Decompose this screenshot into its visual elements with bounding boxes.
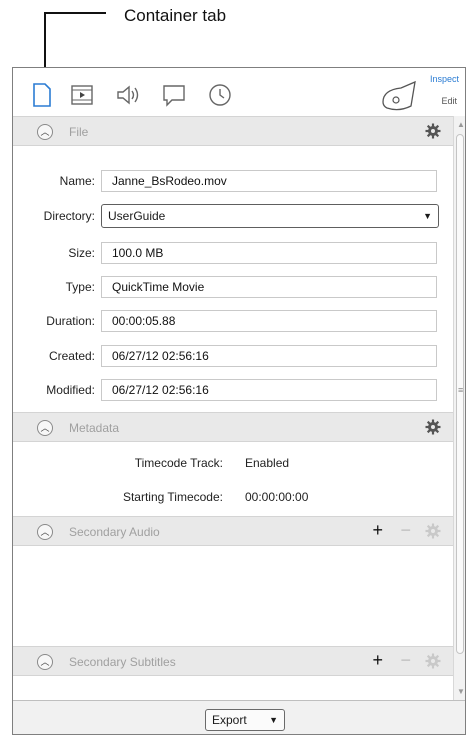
clock-icon[interactable] [207, 82, 233, 108]
edit-label[interactable]: Edit [441, 96, 457, 106]
callout-line-horizontal [44, 12, 106, 14]
grip-icon: ≡ [458, 385, 464, 395]
scroll-down-arrow-icon[interactable]: ▼ [457, 687, 465, 696]
gear-icon[interactable] [425, 523, 441, 539]
remove-audio-button[interactable]: − [400, 520, 411, 541]
collapse-chevron-icon[interactable]: ︿ [37, 654, 53, 670]
metadata-section-title: Metadata [69, 421, 120, 435]
inspect-label[interactable]: Inspect [430, 74, 459, 84]
modified-label: Modified: [46, 383, 95, 397]
starting-timecode-label: Starting Timecode: [122, 490, 223, 504]
film-icon[interactable] [69, 82, 95, 108]
created-field[interactable]: 06/27/12 02:56:16 [101, 345, 437, 367]
gear-icon[interactable] [425, 123, 441, 139]
collapse-chevron-icon[interactable]: ︿ [37, 524, 53, 540]
add-audio-button[interactable]: + [372, 520, 383, 541]
starting-timecode-value: 00:00:00:00 [245, 490, 309, 504]
size-field[interactable]: 100.0 MB [101, 242, 437, 264]
file-section-header[interactable]: ︿ File [13, 116, 453, 146]
export-label: Export [212, 713, 247, 727]
inspector-toolbar: Inspect Edit [13, 68, 465, 116]
scroll-up-arrow-icon[interactable]: ▲ [457, 120, 465, 129]
inspector-content: ︿ File Name: Janne_BsRodeo.mov Directory… [13, 116, 453, 700]
inspector-panel: Inspect Edit ︿ File Name: Janne_BsRodeo.… [12, 67, 466, 735]
audio-icon[interactable] [115, 82, 141, 108]
duration-label: Duration: [46, 314, 95, 328]
file-section-title: File [69, 125, 89, 139]
duration-field[interactable]: 00:00:05.88 [101, 310, 437, 332]
type-label: Type: [65, 280, 95, 294]
vertical-scrollbar[interactable]: ▲ ≡ ▼ [453, 116, 465, 700]
collapse-chevron-icon[interactable]: ︿ [37, 420, 53, 436]
directory-label: Directory: [43, 209, 95, 223]
collapse-chevron-icon[interactable]: ︿ [37, 124, 53, 140]
callout-label: Container tab [124, 6, 227, 25]
secondary-subtitles-section-header[interactable]: ︿ Secondary Subtitles + − [13, 646, 453, 676]
name-field[interactable]: Janne_BsRodeo.mov [101, 170, 437, 192]
timecode-track-label: Timecode Track: [134, 456, 223, 470]
secondary-audio-section-title: Secondary Audio [69, 525, 160, 539]
secondary-audio-section-header[interactable]: ︿ Secondary Audio + − [13, 516, 453, 546]
created-label: Created: [48, 349, 95, 363]
type-field[interactable]: QuickTime Movie [101, 276, 437, 298]
timecode-track-value: Enabled [245, 456, 290, 470]
secondary-subtitles-section-title: Secondary Subtitles [69, 655, 176, 669]
modified-field[interactable]: 06/27/12 02:56:16 [101, 379, 437, 401]
comment-icon[interactable] [161, 82, 187, 108]
callout-line-vertical [44, 12, 46, 70]
remove-subtitles-button[interactable]: − [400, 650, 411, 671]
document-icon[interactable] [29, 82, 55, 108]
chevron-down-icon: ▼ [269, 715, 278, 725]
directory-value: UserGuide [108, 209, 166, 223]
add-subtitles-button[interactable]: + [372, 650, 383, 671]
disc-icon [382, 80, 416, 111]
directory-select[interactable]: UserGuide ▼ [101, 204, 439, 228]
inspect-edit-toggle[interactable]: Inspect Edit [379, 72, 459, 112]
gear-icon[interactable] [425, 419, 441, 435]
inspector-footer: Export ▼ [13, 700, 465, 734]
gear-icon[interactable] [425, 653, 441, 669]
metadata-section-header[interactable]: ︿ Metadata [13, 412, 453, 442]
name-label: Name: [59, 174, 95, 188]
size-label: Size: [68, 246, 95, 260]
export-button[interactable]: Export ▼ [205, 709, 285, 731]
chevron-down-icon: ▼ [423, 211, 432, 221]
scrollbar-thumb[interactable]: ≡ [456, 134, 464, 654]
